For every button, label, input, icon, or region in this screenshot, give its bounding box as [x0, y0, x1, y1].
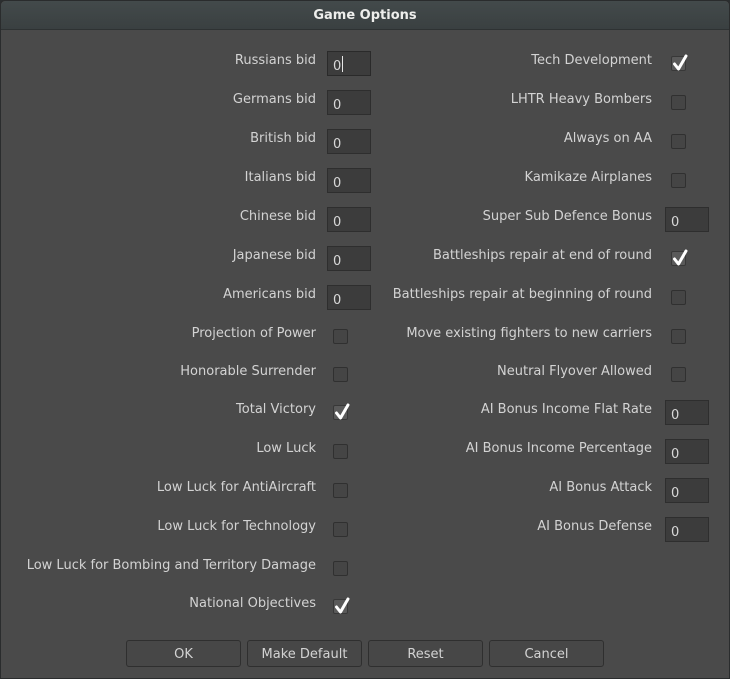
option-label: Americans bid	[223, 287, 316, 302]
low-luck-for-technology-checkbox[interactable]	[333, 522, 348, 537]
honorable-surrender-checkbox[interactable]	[333, 367, 348, 382]
option-label: AI Bonus Defense	[537, 519, 652, 534]
check-icon	[673, 249, 688, 266]
always-on-aa-checkbox[interactable]	[671, 134, 686, 149]
option-label: Move existing fighters to new carriers	[406, 326, 652, 341]
chinese-bid-input[interactable]	[327, 207, 371, 232]
option-label: Neutral Flyover Allowed	[497, 364, 652, 379]
dialog-title: Game Options	[313, 8, 417, 23]
option-label: Low Luck for Technology	[157, 519, 316, 534]
option-label: British bid	[250, 131, 316, 146]
title-bar[interactable]: Game Options	[1, 1, 729, 30]
check-icon	[335, 597, 350, 614]
option-label: National Objectives	[189, 596, 316, 611]
option-label: Battleships repair at beginning of round	[392, 287, 652, 302]
ai-bonus-attack-input[interactable]	[665, 478, 709, 503]
ok-button[interactable]: OK	[126, 640, 241, 667]
check-icon	[673, 54, 688, 71]
option-label: Low Luck for AntiAircraft	[156, 480, 316, 495]
option-label: Super Sub Defence Bonus	[482, 209, 652, 224]
projection-of-power-checkbox[interactable]	[333, 329, 348, 344]
japanese-bid-input[interactable]	[327, 246, 371, 271]
option-label: AI Bonus Income Flat Rate	[480, 402, 652, 417]
make-default-button[interactable]: Make Default	[247, 640, 362, 667]
tech-development-checkbox[interactable]	[671, 54, 688, 71]
british-bid-input[interactable]	[327, 129, 371, 154]
move-existing-fighters-to-new-carriers-checkbox[interactable]	[671, 329, 686, 344]
option-label: Russians bid	[234, 53, 316, 68]
ai-bonus-defense-input[interactable]	[665, 517, 709, 542]
option-label: Kamikaze Airplanes	[524, 170, 652, 185]
option-label: Battleships repair at end of round	[432, 248, 652, 263]
lhtr-heavy-bombers-checkbox[interactable]	[671, 95, 686, 110]
low-luck-for-bombing-and-territory-damage-checkbox[interactable]	[333, 561, 348, 576]
russians-bid-input[interactable]	[327, 51, 371, 76]
kamikaze-airplanes-checkbox[interactable]	[671, 173, 686, 188]
option-label: Projection of Power	[191, 326, 316, 341]
option-label: Honorable Surrender	[180, 364, 316, 379]
option-label: Low Luck for Bombing and Territory Damag…	[26, 558, 316, 573]
option-label: Total Victory	[236, 402, 316, 417]
option-label: Chinese bid	[239, 209, 316, 224]
ai-bonus-income-percentage-input[interactable]	[665, 439, 709, 464]
germans-bid-input[interactable]	[327, 90, 371, 115]
low-luck-checkbox[interactable]	[333, 444, 348, 459]
total-victory-checkbox[interactable]	[333, 403, 350, 420]
text-caret	[342, 56, 343, 72]
option-label: Tech Development	[531, 53, 652, 68]
battleships-repair-at-end-of-round-checkbox[interactable]	[671, 249, 688, 266]
option-label: Italians bid	[244, 170, 316, 185]
americans-bid-input[interactable]	[327, 285, 371, 310]
low-luck-for-antiaircraft-checkbox[interactable]	[333, 483, 348, 498]
italians-bid-input[interactable]	[327, 168, 371, 193]
battleships-repair-at-beginning-of-round-checkbox[interactable]	[671, 290, 686, 305]
neutral-flyover-allowed-checkbox[interactable]	[671, 367, 686, 382]
cancel-button[interactable]: Cancel	[489, 640, 604, 667]
game-options-dialog: Game Options Russians bid Germans bid Brit…	[0, 0, 730, 679]
super-sub-defence-bonus-input[interactable]	[665, 207, 709, 232]
option-label: LHTR Heavy Bombers	[510, 92, 652, 107]
option-label: Low Luck	[256, 441, 316, 456]
option-label: AI Bonus Income Percentage	[465, 441, 652, 456]
check-icon	[335, 403, 350, 420]
option-label: AI Bonus Attack	[549, 480, 652, 495]
ai-bonus-income-flat-rate-input[interactable]	[665, 400, 709, 425]
reset-button[interactable]: Reset	[368, 640, 483, 667]
option-label: Japanese bid	[232, 248, 316, 263]
national-objectives-checkbox[interactable]	[333, 597, 350, 614]
option-label: Always on AA	[563, 131, 652, 146]
option-label: Germans bid	[232, 92, 316, 107]
